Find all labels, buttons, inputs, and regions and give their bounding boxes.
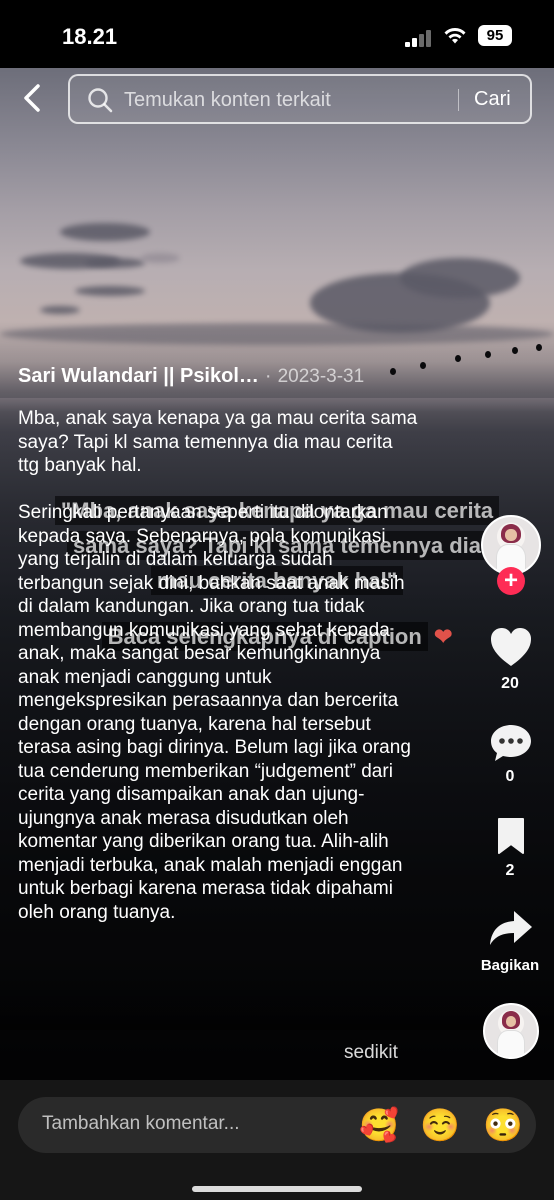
author-name[interactable]: Sari Wulandari || Psikol… — [18, 365, 259, 387]
status-bar: 18.21 95 — [0, 0, 554, 68]
like-count: 20 — [501, 675, 519, 692]
see-less-button[interactable]: sedikit — [344, 1042, 398, 1064]
follow-button[interactable]: + — [497, 567, 525, 595]
search-icon — [88, 88, 113, 113]
separator-dot: · — [264, 365, 272, 387]
comment-icon[interactable] — [489, 722, 533, 764]
share-icon[interactable] — [488, 908, 534, 948]
video-screen: "Mba, anak saya kenapa ya ga mau cerita … — [0, 0, 554, 1200]
caption-fade — [0, 990, 554, 1030]
creator-avatar[interactable] — [481, 515, 541, 575]
wifi-icon — [444, 28, 466, 44]
battery-indicator: 95 — [478, 25, 512, 46]
caption-body: Seringkali pertanyaan seperti itu dilont… — [18, 502, 411, 923]
search-placeholder: Temukan konten terkait — [124, 89, 331, 111]
comment-count: 0 — [505, 768, 515, 785]
search-divider — [458, 89, 459, 111]
caption-question: Mba, anak saya kenapa ya ga mau cerita s… — [18, 408, 418, 476]
back-arrow-icon[interactable] — [18, 82, 48, 114]
status-time: 18.21 — [62, 24, 118, 49]
post-date: 2023-3-31 — [277, 366, 365, 387]
heart-icon[interactable] — [489, 626, 533, 668]
flushed-face-emoji-button[interactable]: 😳 — [481, 1103, 525, 1147]
search-input[interactable]: Temukan konten terkait Cari — [68, 74, 532, 124]
bookmark-count: 2 — [505, 862, 515, 879]
author-row: Sari Wulandari || Psikol… · 2023-3-31 — [18, 365, 458, 393]
music-disc-avatar[interactable] — [483, 1003, 539, 1059]
heart-emoji-icon: ❤ — [433, 624, 453, 649]
cellular-signal-icon — [405, 29, 433, 47]
comment-placeholder: Tambahkan komentar... — [42, 1113, 240, 1134]
bookmark-icon[interactable] — [496, 816, 526, 856]
blushing-smile-emoji-button[interactable]: ☺️ — [418, 1103, 462, 1147]
share-label[interactable]: Bagikan — [470, 957, 550, 974]
search-button[interactable]: Cari — [474, 88, 511, 111]
smiling-hearts-emoji-button[interactable]: 🥰 — [357, 1103, 401, 1147]
home-indicator — [192, 1186, 362, 1192]
